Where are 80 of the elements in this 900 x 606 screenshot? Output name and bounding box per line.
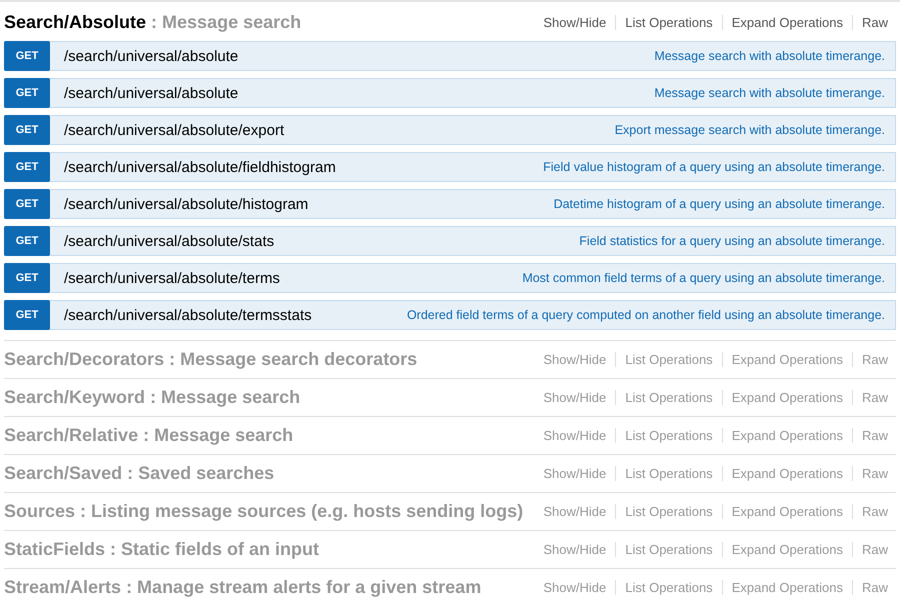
method-badge[interactable]: GET (4, 78, 50, 108)
resource-name[interactable]: Sources (4, 501, 76, 522)
section-action-link[interactable]: Raw (852, 428, 888, 443)
section-action-link[interactable]: Show/Hide (534, 580, 616, 595)
section-action-link[interactable]: Show/Hide (534, 504, 616, 519)
operation-path[interactable]: /search/universal/absolute/terms (50, 270, 522, 286)
section-action-link[interactable]: Expand Operations (722, 428, 852, 443)
operation-bar[interactable]: GET /search/universal/absolute/terms Most common field terms of a query using an absolute timerange. (4, 263, 896, 293)
section-action-link[interactable]: Expand Operations (722, 542, 852, 557)
operation-summary[interactable]: Message search with absolute timerange. (654, 86, 895, 100)
method-badge[interactable]: GET (4, 41, 50, 71)
section-action-link[interactable]: List Operations (615, 542, 722, 557)
resource-description: : Manage stream alerts for a given stream (126, 577, 482, 598)
method-badge[interactable]: GET (4, 226, 50, 256)
operation-summary[interactable]: Field value histogram of a query using an absolute timerange. (543, 160, 895, 174)
operation-bar[interactable]: GET /search/universal/absolute/export Export message search with absolute timerange. (4, 115, 896, 145)
operation-summary[interactable]: Most common field terms of a query using an absolute timerange. (522, 271, 895, 285)
resource-description: : Message search (150, 387, 300, 408)
section-action-link[interactable]: Show/Hide (534, 352, 616, 367)
resource-description: : Message search decorators (169, 349, 418, 370)
operation-bar[interactable]: GET /search/universal/absolute/stats Field statistics for a query using an absolute timerange. (4, 226, 896, 256)
resource-name[interactable]: Search/Decorators (4, 349, 164, 370)
operation-path[interactable]: /search/universal/absolute/fieldhistogram (50, 158, 544, 176)
operation-path[interactable]: /search/universal/absolute (50, 48, 654, 64)
operation-bar[interactable]: GET /search/universal/absolute/termsstats Ordered field terms of a query computed on another field using an absolute timerange. (4, 300, 896, 330)
operation-summary[interactable]: Message search with absolute timerange. (654, 49, 895, 63)
section-action-link[interactable]: Raw (852, 580, 888, 595)
section-action-link[interactable]: Raw (852, 542, 888, 557)
resource-description: : Saved searches (127, 463, 274, 484)
section-action-link[interactable]: Expand Operations (722, 466, 852, 481)
section-action-link[interactable]: Show/Hide (534, 390, 616, 405)
section-action-link[interactable]: Raw (852, 352, 888, 367)
section-action-link[interactable]: Raw (852, 390, 888, 405)
section-action-link[interactable]: Expand Operations (722, 390, 852, 405)
section-action-link[interactable]: List Operations (615, 504, 722, 519)
section-action-link[interactable]: Raw (852, 466, 888, 481)
operation-bar[interactable]: GET /search/universal/absolute/histogram Datetime histogram of a query using an absolute timerange. (4, 189, 896, 219)
section-action-link[interactable]: Show/Hide (534, 466, 616, 481)
resource-name[interactable]: Search/Keyword (4, 387, 146, 408)
operation-path[interactable]: /search/universal/absolute (50, 84, 654, 102)
resource-description: : Message search (151, 12, 302, 33)
resource-name[interactable]: StaticFields (4, 539, 106, 560)
method-badge[interactable]: GET (4, 115, 50, 145)
operation-summary[interactable]: Export message search with absolute timerange. (614, 123, 895, 137)
section-action-link[interactable]: Expand Operations (722, 504, 852, 519)
operation-summary[interactable]: Ordered field terms of a query computed on another field using an absolute timerange. (406, 308, 895, 322)
section-action-link[interactable]: Expand Operations (722, 580, 852, 595)
method-badge[interactable]: GET (4, 300, 50, 330)
operation-path[interactable]: /search/universal/absolute/export (50, 122, 615, 138)
section-action-link[interactable]: List Operations (615, 352, 722, 367)
section-action-link[interactable]: Raw (852, 504, 888, 519)
resource-description: : Message search (143, 425, 294, 446)
operation-path[interactable]: /search/universal/absolute/stats (50, 232, 580, 250)
section-action-link[interactable]: Show/Hide (534, 15, 616, 30)
method-badge[interactable]: GET (4, 263, 50, 293)
resource-name[interactable]: Search/Relative (4, 425, 138, 446)
resource-name[interactable]: Search/Saved (4, 463, 122, 484)
section-action-link[interactable]: Expand Operations (722, 352, 852, 367)
operation-bar[interactable]: GET /search/universal/absolute/fieldhistogram Field value histogram of a query using an absolute timerange. (4, 152, 896, 182)
operation-path[interactable]: /search/universal/absolute/termsstats (50, 306, 407, 324)
section-action-link[interactable]: Expand Operations (722, 15, 852, 30)
method-badge[interactable]: GET (4, 152, 50, 182)
operation-path[interactable]: /search/universal/absolute/histogram (50, 196, 554, 212)
resource-name[interactable]: Stream/Alerts (4, 577, 122, 598)
section-action-link[interactable]: Show/Hide (534, 542, 616, 557)
resource-name[interactable]: Search/Absolute (4, 12, 146, 33)
operation-summary[interactable]: Datetime histogram of a query using an absolute timerange. (554, 197, 895, 211)
section-action-link[interactable]: List Operations (615, 390, 722, 405)
operation-summary[interactable]: Field statistics for a query using an absolute timerange. (579, 234, 895, 248)
section-action-link[interactable]: Show/Hide (534, 428, 616, 443)
section-action-link[interactable]: Raw (852, 15, 888, 30)
section-action-link[interactable]: List Operations (615, 15, 722, 30)
operation-bar[interactable]: GET /search/universal/absolute Message search with absolute timerange. (4, 78, 896, 108)
section-action-link[interactable]: List Operations (615, 466, 722, 481)
section-action-link[interactable]: List Operations (615, 580, 722, 595)
resource-description: : Listing message sources (e.g. hosts sending logs) (80, 501, 524, 522)
operation-bar[interactable]: GET /search/universal/absolute Message search with absolute timerange. (4, 41, 896, 71)
section-action-link[interactable]: List Operations (615, 428, 722, 443)
resource-description: : Static fields of an input (110, 539, 320, 560)
method-badge[interactable]: GET (4, 189, 50, 219)
